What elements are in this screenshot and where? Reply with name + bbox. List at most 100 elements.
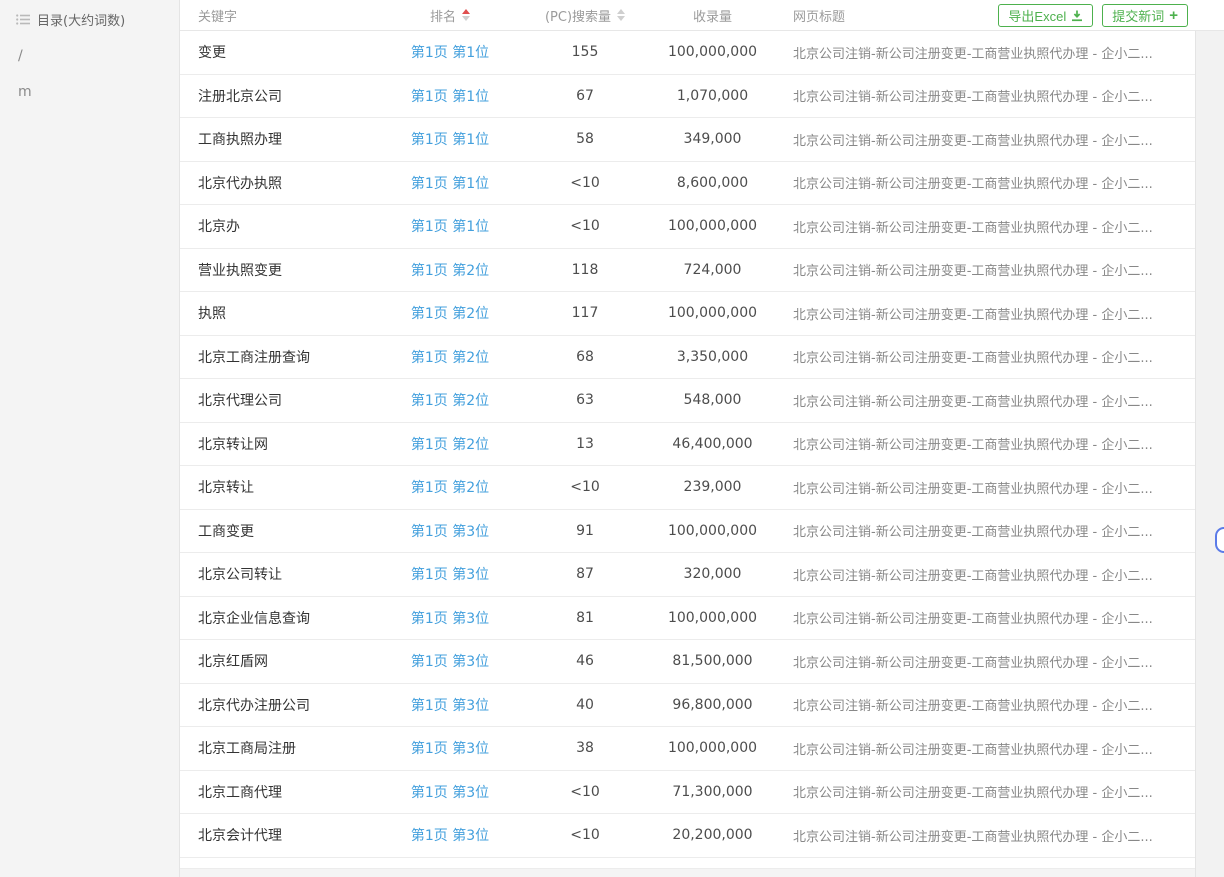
export-excel-label: 导出Excel [1008,6,1066,25]
sidebar-item-m[interactable]: m [0,82,179,102]
indexed-count-cell: 3,350,000 [650,349,775,365]
download-icon [1071,10,1083,22]
main-panel: 关键字 排名 (PC)搜索量 [180,0,1224,877]
page-title-cell: 北京公司注销-新公司注册变更-工商营业执照代办理 - 企小二... [775,260,1195,279]
keyword-cell: 北京公司转让 [180,564,380,584]
keyword-cell: 北京代理公司 [180,390,380,410]
search-volume-cell: <10 [520,784,650,800]
table-row: 变更 第1页 第1位 155 100,000,000 北京公司注销-新公司注册变… [180,31,1195,75]
table-header: 关键字 排名 (PC)搜索量 [180,0,1224,31]
submit-new-word-label: 提交新词 [1112,6,1164,25]
table-row: 北京转让网 第1页 第2位 13 46,400,000 北京公司注销-新公司注册… [180,423,1195,467]
sort-asc-icon[interactable] [462,9,470,14]
sidebar: 目录(大约词数) / m [0,0,180,877]
rank-cell: 第1页 第3位 [380,738,520,758]
search-volume-cell: <10 [520,175,650,191]
bottom-strip [180,869,1195,877]
table-row: 注册北京公司 第1页 第1位 67 1,070,000 北京公司注销-新公司注册… [180,75,1195,119]
rank-link[interactable]: 第1页 第1位 [411,132,489,148]
rank-cell: 第1页 第3位 [380,695,520,715]
table-row: 北京红盾网 第1页 第3位 46 81,500,000 北京公司注销-新公司注册… [180,640,1195,684]
list-icon [16,14,30,25]
keyword-cell: 变更 [180,42,380,62]
search-volume-cell: <10 [520,827,650,843]
page-title-cell: 北京公司注销-新公司注册变更-工商营业执照代办理 - 企小二... [775,173,1195,192]
indexed-count-cell: 100,000,000 [650,523,775,539]
sidebar-item-root[interactable]: / [0,46,179,66]
table-body-rows: 变更 第1页 第1位 155 100,000,000 北京公司注销-新公司注册变… [180,31,1196,877]
rank-link[interactable]: 第1页 第3位 [411,567,489,583]
keyword-cell: 工商执照办理 [180,129,380,149]
rank-cell: 第1页 第2位 [380,434,520,454]
partial-next-row [180,858,1195,869]
indexed-count-cell: 100,000,000 [650,305,775,321]
side-widget-icon[interactable] [1215,527,1224,553]
rank-link[interactable]: 第1页 第3位 [411,611,489,627]
table-row: 营业执照变更 第1页 第2位 118 724,000 北京公司注销-新公司注册变… [180,249,1195,293]
indexed-count-cell: 548,000 [650,392,775,408]
indexed-count-cell: 724,000 [650,262,775,278]
page-title-cell: 北京公司注销-新公司注册变更-工商营业执照代办理 - 企小二... [775,43,1195,62]
rank-link[interactable]: 第1页 第3位 [411,654,489,670]
rank-link[interactable]: 第1页 第3位 [411,741,489,757]
page-title-cell: 北京公司注销-新公司注册变更-工商营业执照代办理 - 企小二... [775,130,1195,149]
rank-link[interactable]: 第1页 第2位 [411,263,489,279]
keyword-cell: 北京会计代理 [180,825,380,845]
rank-link[interactable]: 第1页 第1位 [411,219,489,235]
page-title-cell: 北京公司注销-新公司注册变更-工商营业执照代办理 - 企小二... [775,217,1195,236]
rank-link[interactable]: 第1页 第2位 [411,393,489,409]
page-title-cell: 北京公司注销-新公司注册变更-工商营业执照代办理 - 企小二... [775,695,1195,714]
indexed-count-cell: 100,000,000 [650,610,775,626]
table-row: 北京会计代理 第1页 第3位 <10 20,200,000 北京公司注销-新公司… [180,814,1195,858]
sort-rank-control[interactable] [462,9,470,21]
keyword-cell: 北京办 [180,216,380,236]
keyword-cell: 北京代办执照 [180,173,380,193]
indexed-count-cell: 100,000,000 [650,218,775,234]
keyword-cell: 北京红盾网 [180,651,380,671]
rank-link[interactable]: 第1页 第2位 [411,350,489,366]
rank-cell: 第1页 第2位 [380,347,520,367]
sort-desc-icon[interactable] [617,16,625,21]
rank-link[interactable]: 第1页 第1位 [411,45,489,61]
search-volume-cell: <10 [520,479,650,495]
page-title-cell: 北京公司注销-新公司注册变更-工商营业执照代办理 - 企小二... [775,347,1195,366]
indexed-count-cell: 100,000,000 [650,740,775,756]
page-title-cell: 北京公司注销-新公司注册变更-工商营业执照代办理 - 企小二... [775,782,1195,801]
rank-link[interactable]: 第1页 第3位 [411,698,489,714]
table-row: 工商执照办理 第1页 第1位 58 349,000 北京公司注销-新公司注册变更… [180,118,1195,162]
rank-link[interactable]: 第1页 第3位 [411,785,489,801]
keyword-cell: 执照 [180,303,380,323]
rank-link[interactable]: 第1页 第2位 [411,306,489,322]
rank-link[interactable]: 第1页 第2位 [411,480,489,496]
rank-link[interactable]: 第1页 第1位 [411,176,489,192]
rank-cell: 第1页 第1位 [380,216,520,236]
sort-asc-icon[interactable] [617,9,625,14]
plus-icon: + [1169,8,1178,23]
indexed-count-cell: 100,000,000 [650,44,775,60]
search-volume-cell: 67 [520,88,650,104]
rank-cell: 第1页 第1位 [380,173,520,193]
rank-cell: 第1页 第2位 [380,477,520,497]
search-volume-cell: 13 [520,436,650,452]
rank-cell: 第1页 第3位 [380,521,520,541]
rank-cell: 第1页 第2位 [380,260,520,280]
page-title-cell: 北京公司注销-新公司注册变更-工商营业执照代办理 - 企小二... [775,304,1195,323]
keyword-cell: 北京企业信息查询 [180,608,380,628]
column-header-rank-label: 排名 [430,6,456,25]
rank-link[interactable]: 第1页 第2位 [411,437,489,453]
toolbar: 导出Excel 提交新词 + [998,4,1188,27]
rank-link[interactable]: 第1页 第3位 [411,524,489,540]
indexed-count-cell: 46,400,000 [650,436,775,452]
sort-volume-control[interactable] [617,9,625,21]
page-title-cell: 北京公司注销-新公司注册变更-工商营业执照代办理 - 企小二... [775,521,1195,540]
app-window: 目录(大约词数) / m 关键字 排名 (PC)搜索量 [0,0,1224,877]
search-volume-cell: 117 [520,305,650,321]
indexed-count-cell: 239,000 [650,479,775,495]
submit-new-word-button[interactable]: 提交新词 + [1102,4,1188,27]
sort-desc-icon[interactable] [462,16,470,21]
column-header-indexed: 收录量 [650,6,775,25]
export-excel-button[interactable]: 导出Excel [998,4,1093,27]
rank-link[interactable]: 第1页 第3位 [411,828,489,844]
indexed-count-cell: 20,200,000 [650,827,775,843]
rank-link[interactable]: 第1页 第1位 [411,89,489,105]
